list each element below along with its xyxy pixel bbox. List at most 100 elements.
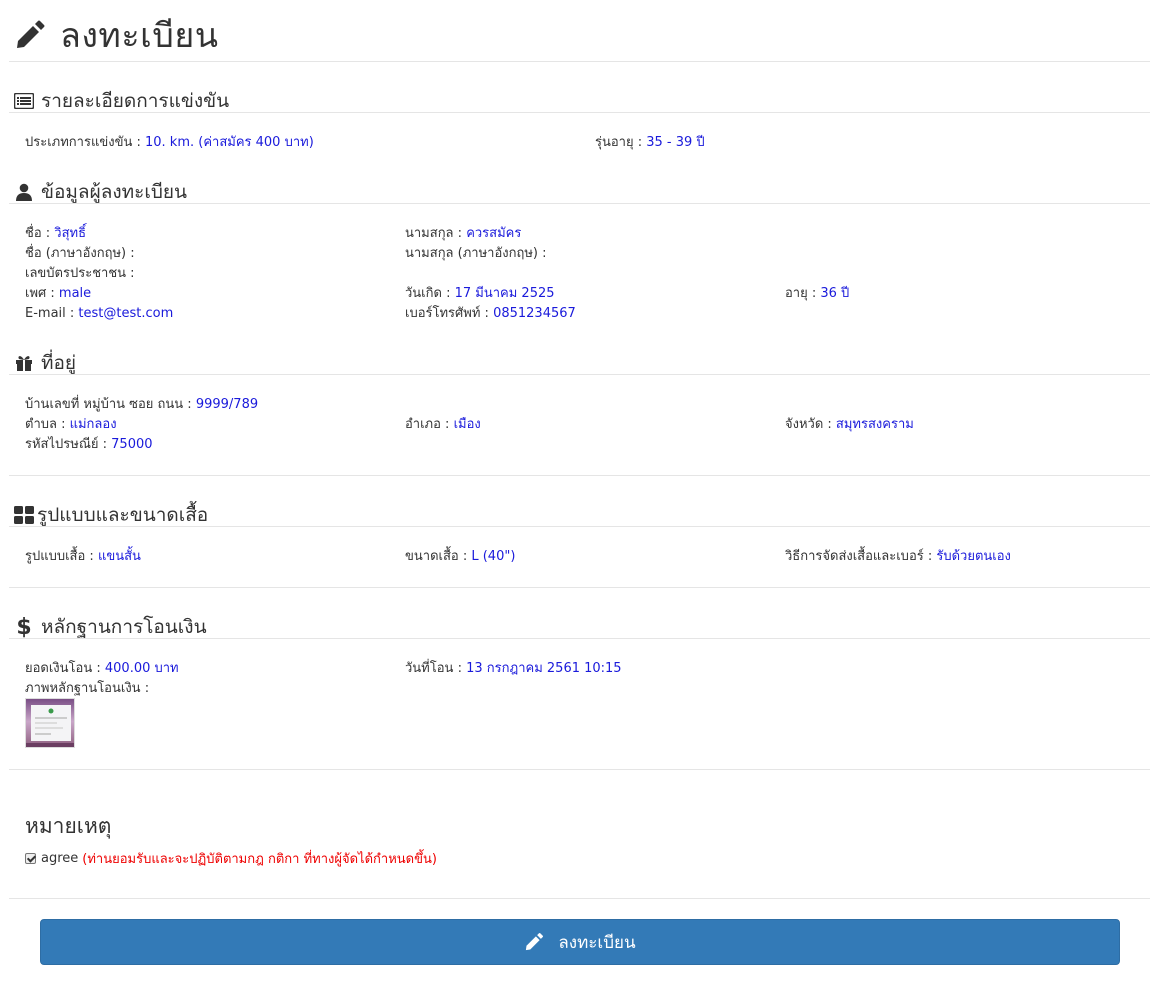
user-icon [13, 183, 35, 201]
age-label: อายุ : [785, 286, 821, 301]
address-row-area: ตำบล : แม่กลอง อำเภอ : เมือง จังหวัด : ส… [25, 415, 1145, 435]
age-group-value: 35 - 39 ปี [646, 135, 705, 150]
last-name-field: นามสกุล : ควรสมัคร [405, 224, 521, 244]
shirt-size-value: L (40") [471, 549, 516, 564]
th-large-icon [13, 506, 35, 524]
age-group-field: รุ่นอายุ : 35 - 39 ปี [595, 133, 705, 153]
phone-field: เบอร์โทรศัพท์ : 0851234567 [405, 304, 576, 324]
house-label: บ้านเลขที่ หมู่บ้าน ซอย ถนน : [25, 397, 196, 412]
shirt-row: รูปแบบเสื้อ : แขนสั้น ขนาดเสื้อ : L (40"… [25, 547, 1145, 567]
province-label: จังหวัด : [785, 417, 836, 432]
postcode-label: รหัสไปรษณีย์ : [25, 437, 112, 452]
gift-icon [13, 354, 35, 372]
email-value: test@test.com [78, 306, 174, 321]
shirt-size-label: ขนาดเสื้อ : [405, 549, 472, 564]
shirt-style-value: แขนสั้น [97, 549, 141, 564]
list-icon [13, 93, 35, 109]
divider [9, 638, 1150, 639]
amount-value: 400.00 บาท [104, 661, 179, 676]
register-button-label: ลงทะเบียน [558, 932, 636, 953]
gender-value: male [58, 286, 92, 301]
subdistrict-value: แม่กลอง [69, 417, 117, 432]
delivery-value: รับด้วยตนเอง [936, 549, 1011, 564]
divider [9, 587, 1150, 588]
registrant-row-contact: E-mail : test@test.com เบอร์โทรศัพท์ : 0… [25, 304, 1145, 324]
postcode-value: 75000 [111, 437, 153, 452]
address-row-postcode: รหัสไปรษณีย์ : 75000 [25, 435, 1145, 455]
age-value: 36 ปี [820, 286, 850, 301]
delivery-label: วิธีการจัดส่งเสื้อและเบอร์ : [785, 549, 937, 564]
last-name-label: นามสกุล : [405, 226, 467, 241]
register-button[interactable]: ลงทะเบียน [40, 919, 1120, 965]
subdistrict-label: ตำบล : [25, 417, 70, 432]
divider [9, 898, 1150, 899]
race-row: ประเภทการแข่งขัน : 10. km. (ค่าสมัคร 400… [25, 133, 1145, 153]
transfer-date-value: 13 กรกฎาคม 2561 10:15 [466, 661, 622, 676]
last-name-value: ควรสมัคร [466, 226, 522, 241]
house-value: 9999/789 [195, 397, 259, 412]
registrant-row-id: เลขบัตรประชาชน : [25, 264, 1145, 284]
agree-terms-text: (ท่านยอมรับและจะปฏิบัติตามกฎ กติกา ที่ทา… [82, 851, 437, 867]
first-name-value: วิสุทธิ์ [54, 226, 87, 241]
amount-label: ยอดเงินโอน : [25, 661, 105, 676]
age-field: อายุ : 36 ปี [785, 284, 849, 304]
transfer-date-field: วันที่โอน : 13 กรกฎาคม 2561 10:15 [405, 659, 622, 679]
district-label: อำเภอ : [405, 417, 454, 432]
dollar-icon: $ [16, 614, 32, 640]
divider [9, 203, 1150, 204]
agree-row: agree (ท่านยอมรับและจะปฏิบัติตามกฎ กติกา… [25, 848, 437, 868]
transfer-date-label: วันที่โอน : [405, 661, 467, 676]
email-label: E-mail : [25, 306, 79, 321]
page-header: ลงทะเบียน [14, 10, 218, 60]
postcode-field: รหัสไปรษณีย์ : 75000 [25, 435, 153, 455]
last-name-en-label: นามสกุล (ภาษาอังกฤษ) : [405, 246, 547, 261]
phone-value: 0851234567 [493, 306, 576, 321]
birthdate-value: 17 มีนาคม 2525 [454, 286, 555, 301]
registrant-row-name-en: ชื่อ (ภาษาอังกฤษ) : นามสกุล (ภาษาอังกฤษ)… [25, 244, 1145, 264]
divider [9, 475, 1150, 476]
shirt-style-field: รูปแบบเสื้อ : แขนสั้น [25, 547, 141, 567]
registrant-row-name: ชื่อ : วิสุทธิ์ นามสกุล : ควรสมัคร [25, 224, 1145, 244]
agree-label: agree [41, 850, 79, 866]
slip-row: ภาพหลักฐานโอนเงิน : [25, 679, 1145, 699]
province-value: สมุทรสงคราม [835, 417, 914, 432]
pencil-icon [14, 19, 46, 51]
birthdate-field: วันเกิด : 17 มีนาคม 2525 [405, 284, 555, 304]
address-row-house: บ้านเลขที่ หมู่บ้าน ซอย ถนน : 9999/789 [25, 395, 1145, 415]
amount-field: ยอดเงินโอน : 400.00 บาท [25, 659, 179, 679]
divider [9, 769, 1150, 770]
divider [9, 526, 1150, 527]
slip-thumbnail[interactable] [25, 698, 75, 748]
race-type-value: 10. km. (ค่าสมัคร 400 บาท) [144, 135, 314, 150]
birthdate-label: วันเกิด : [405, 286, 455, 301]
district-field: อำเภอ : เมือง [405, 415, 481, 435]
delivery-field: วิธีการจัดส่งเสื้อและเบอร์ : รับด้วยตนเอ… [785, 547, 1011, 567]
slip-label: ภาพหลักฐานโอนเงิน : [25, 681, 150, 696]
pencil-icon [524, 932, 544, 952]
divider [9, 61, 1150, 62]
first-name-field: ชื่อ : วิสุทธิ์ [25, 224, 86, 244]
race-type-label: ประเภทการแข่งขัน : [25, 135, 145, 150]
page-title: ลงทะเบียน [60, 16, 219, 56]
email-field: E-mail : test@test.com [25, 304, 173, 324]
note-title: หมายเหตุ [25, 814, 112, 838]
id-card-label: เลขบัตรประชาชน : [25, 266, 135, 281]
gender-label: เพศ : [25, 286, 59, 301]
subdistrict-field: ตำบล : แม่กลอง [25, 415, 117, 435]
age-group-label: รุ่นอายุ : [595, 135, 647, 150]
shirt-size-field: ขนาดเสื้อ : L (40") [405, 547, 515, 567]
province-field: จังหวัด : สมุทรสงคราม [785, 415, 914, 435]
phone-label: เบอร์โทรศัพท์ : [405, 306, 494, 321]
gender-field: เพศ : male [25, 284, 91, 304]
race-type-field: ประเภทการแข่งขัน : 10. km. (ค่าสมัคร 400… [25, 133, 314, 153]
district-value: เมือง [453, 417, 481, 432]
payment-row: ยอดเงินโอน : 400.00 บาท วันที่โอน : 13 ก… [25, 659, 1145, 679]
divider [9, 374, 1150, 375]
registrant-row-personal: เพศ : male วันเกิด : 17 มีนาคม 2525 อายุ… [25, 284, 1145, 304]
shirt-style-label: รูปแบบเสื้อ : [25, 549, 98, 564]
agree-checkbox[interactable] [25, 852, 36, 864]
first-name-en-label: ชื่อ (ภาษาอังกฤษ) : [25, 246, 135, 261]
house-field: บ้านเลขที่ หมู่บ้าน ซอย ถนน : 9999/789 [25, 395, 258, 415]
divider [9, 112, 1150, 113]
first-name-label: ชื่อ : [25, 226, 55, 241]
